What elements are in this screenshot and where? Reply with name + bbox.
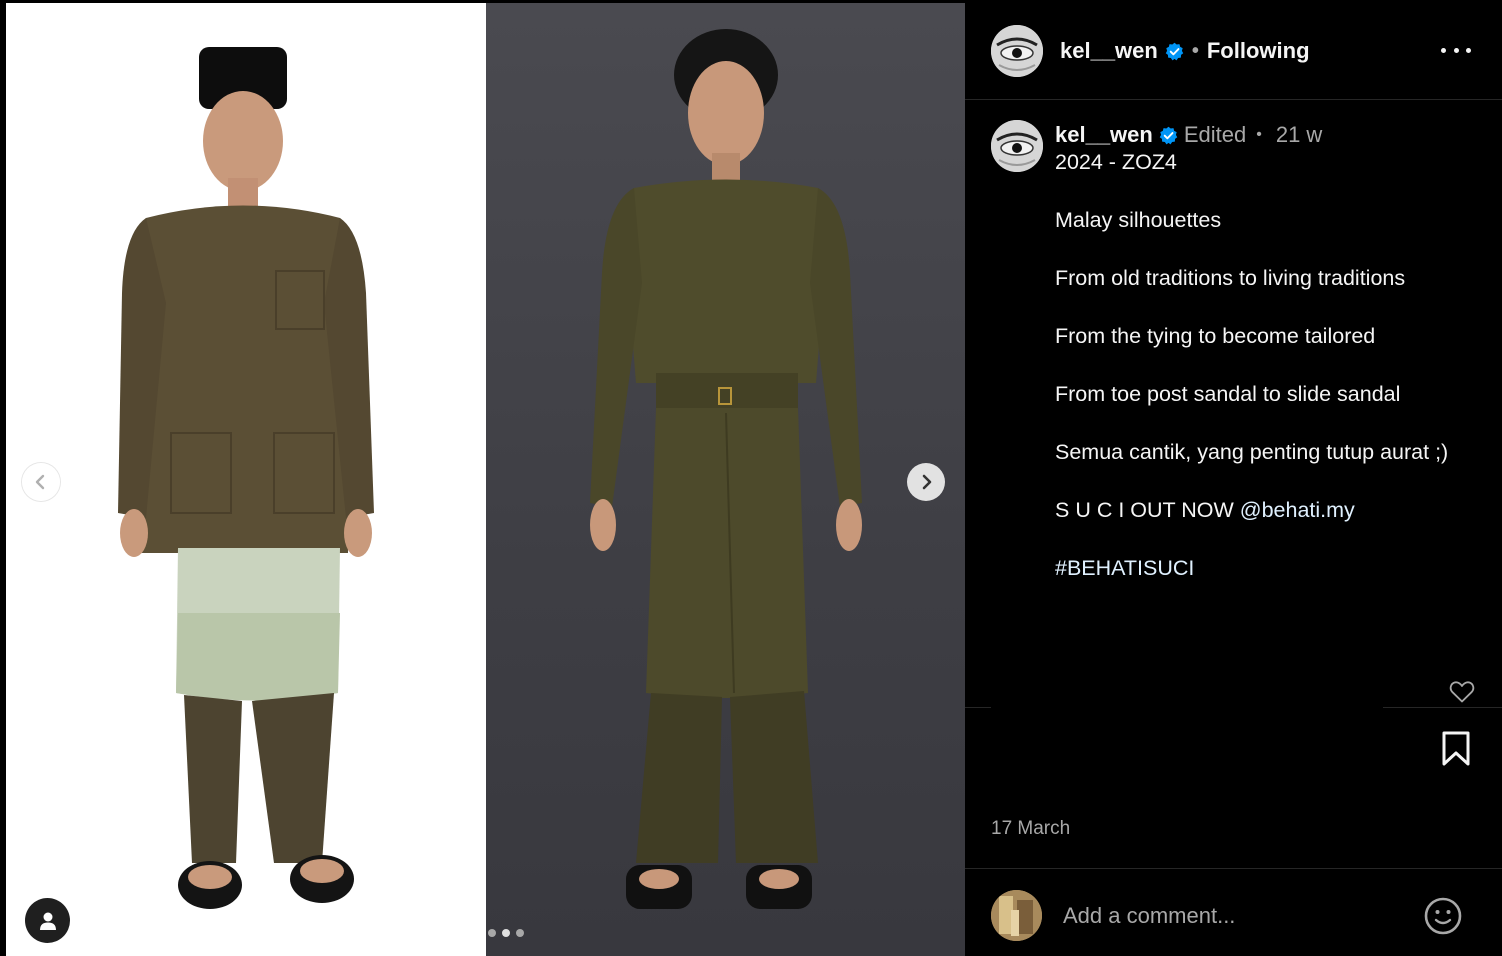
next-slide-button[interactable] bbox=[907, 463, 945, 501]
post-caption: 2024 - ZOZ4 Malay silhouettes From old t… bbox=[1055, 148, 1475, 583]
more-options-icon bbox=[1453, 47, 1459, 53]
more-options-icon bbox=[1466, 47, 1471, 53]
caption-line: From old traditions to living traditions bbox=[1055, 266, 1406, 290]
post-media bbox=[0, 0, 965, 956]
username-link[interactable]: kel__wen bbox=[1060, 38, 1158, 64]
caption-line: From toe post sandal to slide sandal bbox=[1055, 382, 1401, 406]
emoji-icon[interactable] bbox=[1423, 896, 1463, 936]
carousel-dot bbox=[516, 929, 524, 937]
post-date[interactable]: 17 March bbox=[991, 818, 1070, 840]
heart-icon[interactable] bbox=[1449, 680, 1475, 704]
chevron-left-icon bbox=[35, 474, 45, 490]
following-button[interactable]: Following bbox=[1207, 38, 1310, 64]
avatar-image bbox=[991, 120, 1043, 172]
divider-segment bbox=[965, 707, 991, 708]
previous-slide-button[interactable] bbox=[22, 463, 60, 501]
verified-badge-icon bbox=[1165, 42, 1184, 60]
more-options-icon bbox=[1441, 47, 1446, 53]
hashtag-link[interactable]: #BEHATISUCI bbox=[1055, 556, 1194, 580]
avatar-image bbox=[991, 890, 1042, 941]
carousel-dot bbox=[488, 929, 496, 937]
post-time[interactable]: 21 w bbox=[1276, 122, 1322, 148]
caption-mention-prefix: S U C I OUT NOW bbox=[1055, 498, 1240, 522]
carousel-dot-active bbox=[502, 929, 510, 937]
post-sidebar: kel__wen • Following kel__wen Edited • 2… bbox=[965, 0, 1502, 956]
caption-username-link[interactable]: kel__wen bbox=[1055, 122, 1153, 148]
header-user-info: kel__wen • Following bbox=[1060, 38, 1310, 64]
separator-dot: • bbox=[1191, 39, 1199, 62]
user-tag-icon bbox=[39, 912, 56, 930]
photo-right-illustration bbox=[590, 29, 862, 909]
mention-link[interactable]: @behati.my bbox=[1240, 498, 1355, 522]
post-header: kel__wen • Following bbox=[965, 0, 1502, 100]
photo-right-zoz4-look bbox=[486, 3, 965, 956]
caption-line: From the tying to become tailored bbox=[1055, 324, 1376, 348]
divider-segment bbox=[1383, 707, 1502, 708]
bookmark-icon[interactable] bbox=[1440, 731, 1472, 767]
viewer-avatar bbox=[991, 890, 1042, 941]
caption-header: kel__wen Edited • 21 w bbox=[1055, 122, 1322, 148]
separator-dot: • bbox=[1256, 126, 1262, 143]
carousel-indicator bbox=[488, 929, 524, 937]
tagged-users-button[interactable] bbox=[25, 898, 70, 943]
comment-bar bbox=[965, 868, 1502, 956]
section-divider bbox=[965, 707, 1502, 708]
chevron-right-icon bbox=[922, 474, 932, 490]
caption-avatar[interactable] bbox=[991, 120, 1043, 172]
caption-line: Malay silhouettes bbox=[1055, 208, 1222, 232]
photo-left-illustration bbox=[118, 47, 374, 909]
avatar[interactable] bbox=[991, 25, 1043, 77]
comment-input[interactable] bbox=[1063, 901, 1393, 931]
avatar-image bbox=[991, 25, 1043, 77]
caption-hashtag-line: #BEHATISUCI bbox=[1055, 554, 1475, 583]
edited-label: Edited bbox=[1183, 122, 1247, 147]
caption-mention-line: S U C I OUT NOW @behati.my bbox=[1055, 496, 1475, 525]
caption-line: Semua cantik, yang penting tutup aurat ;… bbox=[1055, 440, 1449, 464]
more-options-button[interactable] bbox=[1441, 40, 1471, 60]
caption-line: 2024 - ZOZ4 bbox=[1055, 150, 1177, 174]
photo-left-baju-melayu bbox=[6, 3, 486, 956]
verified-badge-icon bbox=[1159, 126, 1178, 144]
